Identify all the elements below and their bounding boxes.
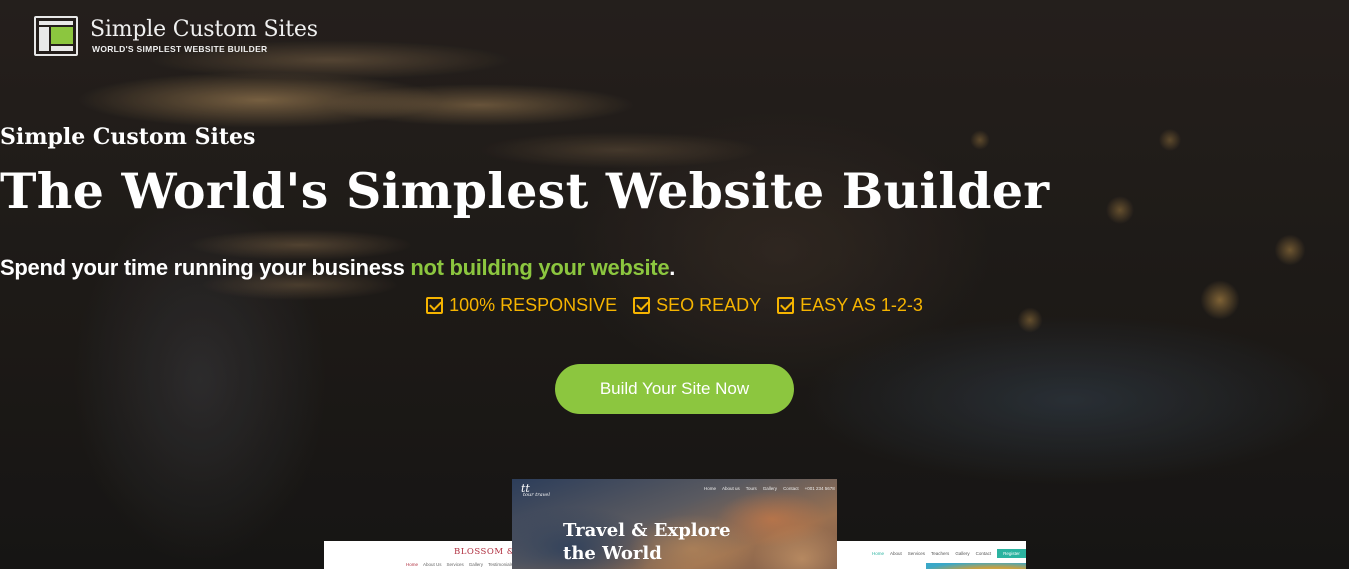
template-nav-item: About Us [423,562,442,567]
template-preview-school[interactable]: Home About Services Teachers Gallery Con… [826,541,1026,569]
template-nav-item: About us [722,486,740,491]
template-nav-item: Gallery [468,562,484,567]
website-layout-icon [34,16,78,56]
feature-item: 100% RESPONSIVE [426,295,617,316]
template-nav-item: Tours [745,486,757,491]
hero-tagline: Spend your time running your business no… [0,255,1349,281]
feature-label: 100% RESPONSIVE [449,295,618,315]
template-nav: Home About us Tours Gallery Contact +001… [704,486,835,491]
tagline-end: . [669,255,676,280]
feature-item: EASY AS 1-2-3 [777,295,923,316]
template-hero-image [926,563,1026,569]
template-nav-item: Services [907,551,926,556]
template-headline: Travel & Explore the World [563,519,731,565]
feature-item: SEO READY [633,295,761,316]
template-nav-item: Gallery [762,486,778,491]
hero-title: The World's Simplest Website Builder [0,162,1050,220]
template-headline-line: the World [563,543,662,564]
hero-subtitle: Simple Custom Sites [0,124,256,150]
template-logo: tt tour travel [521,482,550,498]
template-nav-item: Services [446,562,464,567]
template-headline-line: Travel & Explore [563,520,731,541]
checkbox-icon [633,297,651,314]
feature-list: 100% RESPONSIVE SEO READY EASY AS 1-2-3 [0,295,1349,316]
tagline-main: Spend your time running your business [0,255,411,280]
site-logo[interactable]: Simple Custom Sites WORLD'S SIMPLEST WEB… [34,16,318,56]
template-preview-blossom[interactable]: BLOSSOM & C Home About Us Services Galle… [324,541,525,569]
template-preview-travel[interactable]: tt tour travel Home About us Tours Galler… [512,479,837,569]
template-nav-item: +001 234 5678 [804,486,835,491]
template-nav-item: Contact [975,551,992,556]
tagline-accent: not building your website [410,255,670,280]
template-nav-item: About [890,551,902,556]
feature-label: SEO READY [656,295,762,315]
template-nav: Home About Us Services Gallery Testimoni… [406,562,521,567]
template-register-button: Register [997,549,1026,558]
template-nav: Home About Services Teachers Gallery Con… [872,549,1026,558]
template-nav-item: Home [704,486,717,491]
template-nav-item: Teachers [931,551,950,556]
logo-tagline: WORLD'S SIMPLEST WEBSITE BUILDER [92,44,268,54]
logo-name: Simple Custom Sites [90,17,318,42]
template-nav-item: Gallery [955,551,970,556]
template-nav-item: Home [872,551,885,556]
checkbox-icon [426,297,444,314]
feature-label: EASY AS 1-2-3 [800,295,923,315]
template-nav-item: Testimonials [488,562,513,567]
build-site-button[interactable]: Build Your Site Now [555,364,794,414]
template-nav-item: Contact [783,486,799,491]
template-nav-item: Home [406,562,419,567]
checkbox-icon [777,297,795,314]
